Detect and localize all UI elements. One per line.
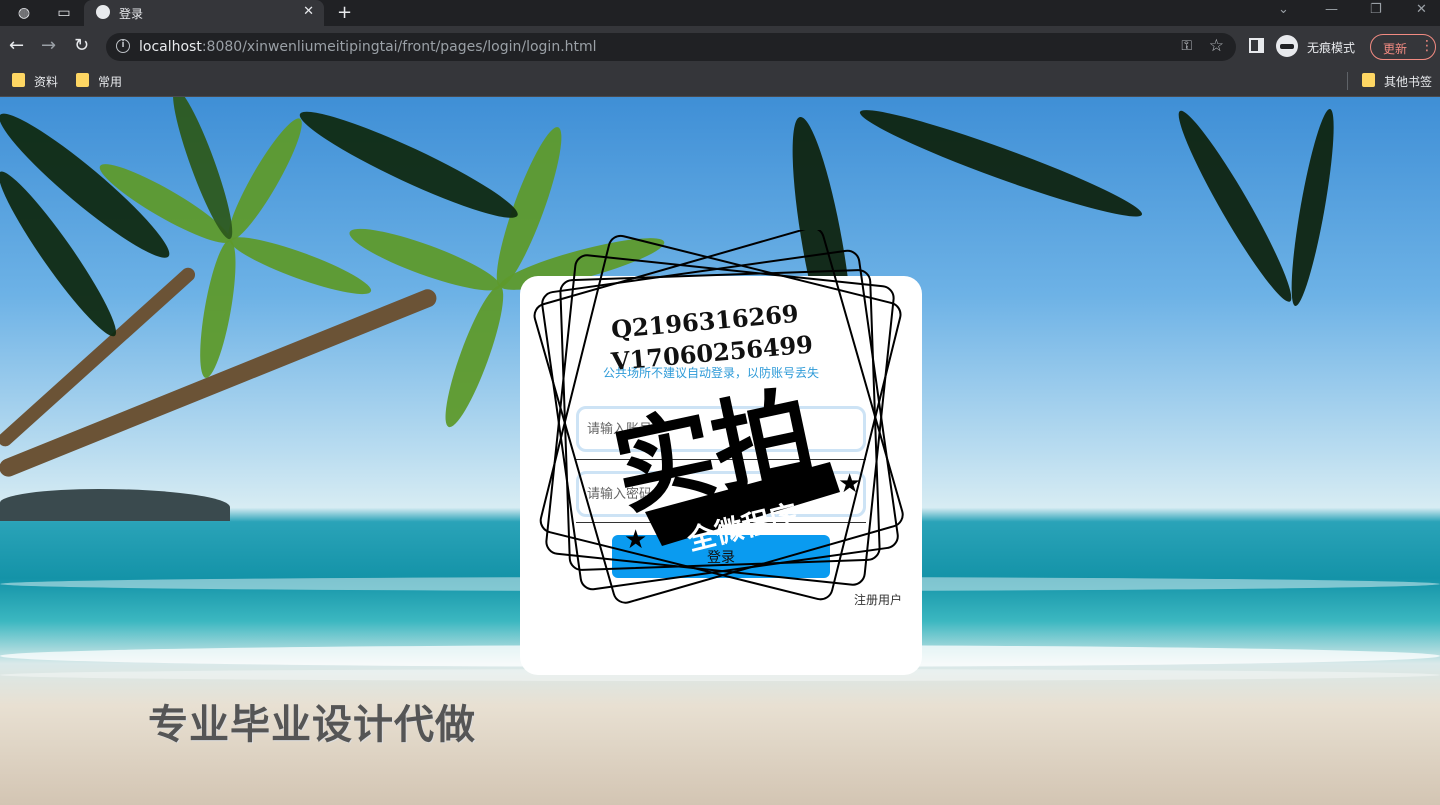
update-button[interactable]: 更新 ⋮ <box>1370 34 1436 60</box>
url-text[interactable]: localhost:8080/xinwenliumeitipingtai/fro… <box>139 39 597 55</box>
window-icon[interactable]: ▭ <box>54 4 74 22</box>
back-button[interactable]: ← <box>9 35 24 56</box>
palm-frond <box>218 112 312 247</box>
close-window-button[interactable]: ✕ <box>1416 2 1427 17</box>
star-icon[interactable]: ☆ <box>1209 36 1224 56</box>
palm-frond <box>1167 104 1303 309</box>
bookmarks-bar: 资料 常用 其他书签 <box>0 66 1440 97</box>
divider <box>576 522 866 523</box>
incognito-icon <box>1276 35 1298 57</box>
login-card: 公共场所不建议自动登录，以防账号丢失 登录 注册用户 <box>520 276 922 675</box>
promo-text: 专业毕业设计代做 <box>148 702 476 748</box>
account-field[interactable] <box>576 406 866 452</box>
palm-frond <box>1283 106 1342 309</box>
restore-button[interactable]: ❐ <box>1370 2 1382 17</box>
close-icon[interactable]: ✕ <box>303 4 314 19</box>
key-icon[interactable]: ⚿ <box>1181 38 1192 54</box>
register-link[interactable]: 注册用户 <box>854 591 902 608</box>
folder-icon <box>76 73 89 87</box>
new-tab-button[interactable]: + <box>337 2 352 23</box>
palm-frond <box>435 281 514 432</box>
auto-login-notice: 公共场所不建议自动登录，以防账号丢失 <box>603 366 820 380</box>
palm-frond <box>854 97 1148 229</box>
tab-title: 登录 <box>119 7 144 21</box>
chevron-down-icon[interactable]: ⌄ <box>1278 2 1289 17</box>
palm-frond <box>292 98 525 231</box>
forward-button[interactable]: → <box>41 35 56 56</box>
palm-frond <box>192 237 243 381</box>
folder-icon <box>1362 73 1375 87</box>
globe-icon[interactable]: ◍ <box>14 4 34 22</box>
menu-dots-icon: ⋮ <box>1420 38 1434 54</box>
login-button[interactable]: 登录 <box>612 535 830 578</box>
account-input[interactable] <box>587 417 847 441</box>
page-viewport: 专业毕业设计代做 公共场所不建议自动登录，以防账号丢失 登录 注册用户 <box>0 97 1440 805</box>
folder-icon <box>12 73 25 87</box>
address-bar[interactable]: i localhost:8080/xinwenliumeitipingtai/f… <box>106 33 1236 61</box>
incognito-label: 无痕模式 <box>1307 41 1356 55</box>
tab-strip: ◍ ▭ 登录 ✕ + ⌄ — ❐ ✕ <box>0 0 1440 26</box>
side-panel-icon[interactable] <box>1249 38 1264 53</box>
tab-favicon-icon <box>96 5 110 19</box>
minimize-button[interactable]: — <box>1325 2 1338 17</box>
divider <box>1347 72 1348 90</box>
password-field[interactable] <box>576 471 866 517</box>
browser-toolbar: ← → ↻ i localhost:8080/xinwenliumeitipin… <box>0 26 1440 66</box>
reload-button[interactable]: ↻ <box>74 35 89 56</box>
tab-login[interactable]: 登录 ✕ <box>84 0 324 26</box>
distant-island <box>0 489 230 521</box>
update-label: 更新 <box>1383 42 1408 56</box>
info-icon[interactable]: i <box>116 39 130 53</box>
divider <box>576 459 866 460</box>
password-input[interactable] <box>587 482 847 506</box>
